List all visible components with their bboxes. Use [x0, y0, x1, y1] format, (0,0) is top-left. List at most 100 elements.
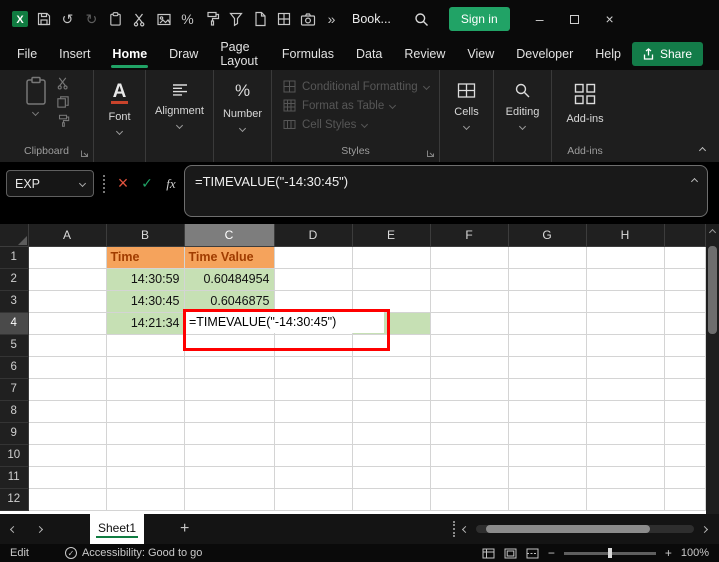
cell-E8[interactable] — [352, 400, 430, 422]
vertical-scrollbar-thumb[interactable] — [708, 246, 717, 334]
cut-icon[interactable] — [56, 76, 70, 90]
cell-B3[interactable]: 14:30:45 — [106, 290, 184, 312]
tab-help[interactable]: Help — [584, 38, 632, 70]
cell-A1[interactable] — [28, 246, 106, 268]
cell-E9[interactable] — [352, 422, 430, 444]
column-header-B[interactable]: B — [106, 224, 184, 246]
cell-G5[interactable] — [508, 334, 586, 356]
cell-F11[interactable] — [430, 466, 508, 488]
cell-D8[interactable] — [274, 400, 352, 422]
zoom-slider-thumb[interactable] — [608, 548, 612, 558]
column-header-C[interactable]: C — [184, 224, 274, 246]
row-header-8[interactable]: 8 — [0, 400, 28, 422]
row-header-4[interactable]: 4 — [0, 312, 28, 334]
column-header-A[interactable]: A — [28, 224, 106, 246]
cell-G1[interactable] — [508, 246, 586, 268]
horizontal-scrollbar[interactable] — [476, 525, 694, 533]
cell-B9[interactable] — [106, 422, 184, 444]
borders-icon[interactable] — [272, 6, 295, 32]
cell-C7[interactable] — [184, 378, 274, 400]
cell-styles-button[interactable]: Cell Styles — [275, 118, 436, 131]
cell-E12[interactable] — [352, 488, 430, 510]
cell-G12[interactable] — [508, 488, 586, 510]
row-header-2[interactable]: 2 — [0, 268, 28, 290]
cell-G10[interactable] — [508, 444, 586, 466]
tab-data[interactable]: Data — [345, 38, 393, 70]
cell-C6[interactable] — [184, 356, 274, 378]
undo-icon[interactable]: ↺ — [56, 6, 79, 32]
cell-B7[interactable] — [106, 378, 184, 400]
cell-B6[interactable] — [106, 356, 184, 378]
cell-A3[interactable] — [28, 290, 106, 312]
cell-C2[interactable]: 0.60484954 — [184, 268, 274, 290]
cell-H12[interactable] — [586, 488, 664, 510]
cell-A10[interactable] — [28, 444, 106, 466]
cell-A5[interactable] — [28, 334, 106, 356]
cell-G9[interactable] — [508, 422, 586, 444]
cell-G7[interactable] — [508, 378, 586, 400]
filter-icon[interactable] — [224, 6, 247, 32]
minimize-button[interactable]: – — [523, 0, 557, 38]
format-painter-icon[interactable] — [200, 6, 223, 32]
column-header-F[interactable]: F — [430, 224, 508, 246]
formula-input[interactable]: =TIMEVALUE("-14:30:45") — [184, 165, 708, 217]
normal-view-icon[interactable] — [482, 548, 495, 559]
picture-icon[interactable] — [152, 6, 175, 32]
row-header-1[interactable]: 1 — [0, 246, 28, 268]
cell-D6[interactable] — [274, 356, 352, 378]
tab-view[interactable]: View — [456, 38, 505, 70]
column-header-H[interactable]: H — [586, 224, 664, 246]
cell-B8[interactable] — [106, 400, 184, 422]
cell-A8[interactable] — [28, 400, 106, 422]
format-as-table-button[interactable]: Format as Table — [275, 99, 436, 112]
cells-group-collapsed[interactable]: Cells — [440, 70, 494, 162]
more-commands-icon[interactable]: » — [320, 6, 343, 32]
tab-review[interactable]: Review — [393, 38, 456, 70]
cell-G11[interactable] — [508, 466, 586, 488]
font-group-collapsed[interactable]: A Font — [94, 70, 146, 162]
sheet-tab-sheet1[interactable]: Sheet1 — [90, 514, 144, 544]
cell-B10[interactable] — [106, 444, 184, 466]
cell-E7[interactable] — [352, 378, 430, 400]
cell-D9[interactable] — [274, 422, 352, 444]
share-button[interactable]: Share — [632, 42, 703, 66]
row-header-7[interactable]: 7 — [0, 378, 28, 400]
cell-H11[interactable] — [586, 466, 664, 488]
vertical-scrollbar[interactable] — [706, 224, 719, 514]
number-group-collapsed[interactable]: % Number — [214, 70, 272, 162]
zoom-out-button[interactable]: − — [548, 546, 555, 560]
cell-B11[interactable] — [106, 466, 184, 488]
styles-dialog-launcher-icon[interactable] — [426, 149, 435, 158]
accessibility-status[interactable]: ✓ Accessibility: Good to go — [65, 547, 202, 559]
cell-H3[interactable] — [586, 290, 664, 312]
paste-icon[interactable] — [104, 6, 127, 32]
column-header-G[interactable]: G — [508, 224, 586, 246]
cell-F5[interactable] — [430, 334, 508, 356]
copy-icon[interactable] — [56, 95, 70, 109]
cell-A6[interactable] — [28, 356, 106, 378]
page-break-view-icon[interactable] — [526, 548, 539, 559]
cell-D11[interactable] — [274, 466, 352, 488]
cell-F10[interactable] — [430, 444, 508, 466]
cell-E2[interactable] — [352, 268, 430, 290]
page-layout-view-icon[interactable] — [504, 548, 517, 559]
cell-H1[interactable] — [586, 246, 664, 268]
row-header-9[interactable]: 9 — [0, 422, 28, 444]
alignment-group-collapsed[interactable]: Alignment — [146, 70, 214, 162]
cell-D1[interactable] — [274, 246, 352, 268]
addins-button[interactable]: Add-ins — [566, 82, 603, 125]
cell-F1[interactable] — [430, 246, 508, 268]
row-header-11[interactable]: 11 — [0, 466, 28, 488]
cell-C12[interactable] — [184, 488, 274, 510]
cell-F12[interactable] — [430, 488, 508, 510]
cell-G2[interactable] — [508, 268, 586, 290]
previous-sheet-icon[interactable] — [0, 514, 26, 544]
cell-A12[interactable] — [28, 488, 106, 510]
paste-button[interactable] — [24, 76, 48, 115]
scroll-right-icon[interactable] — [701, 525, 708, 532]
close-button[interactable]: × — [593, 0, 627, 38]
cell-E6[interactable] — [352, 356, 430, 378]
row-header-3[interactable]: 3 — [0, 290, 28, 312]
column-header-D[interactable]: D — [274, 224, 352, 246]
cell-H8[interactable] — [586, 400, 664, 422]
